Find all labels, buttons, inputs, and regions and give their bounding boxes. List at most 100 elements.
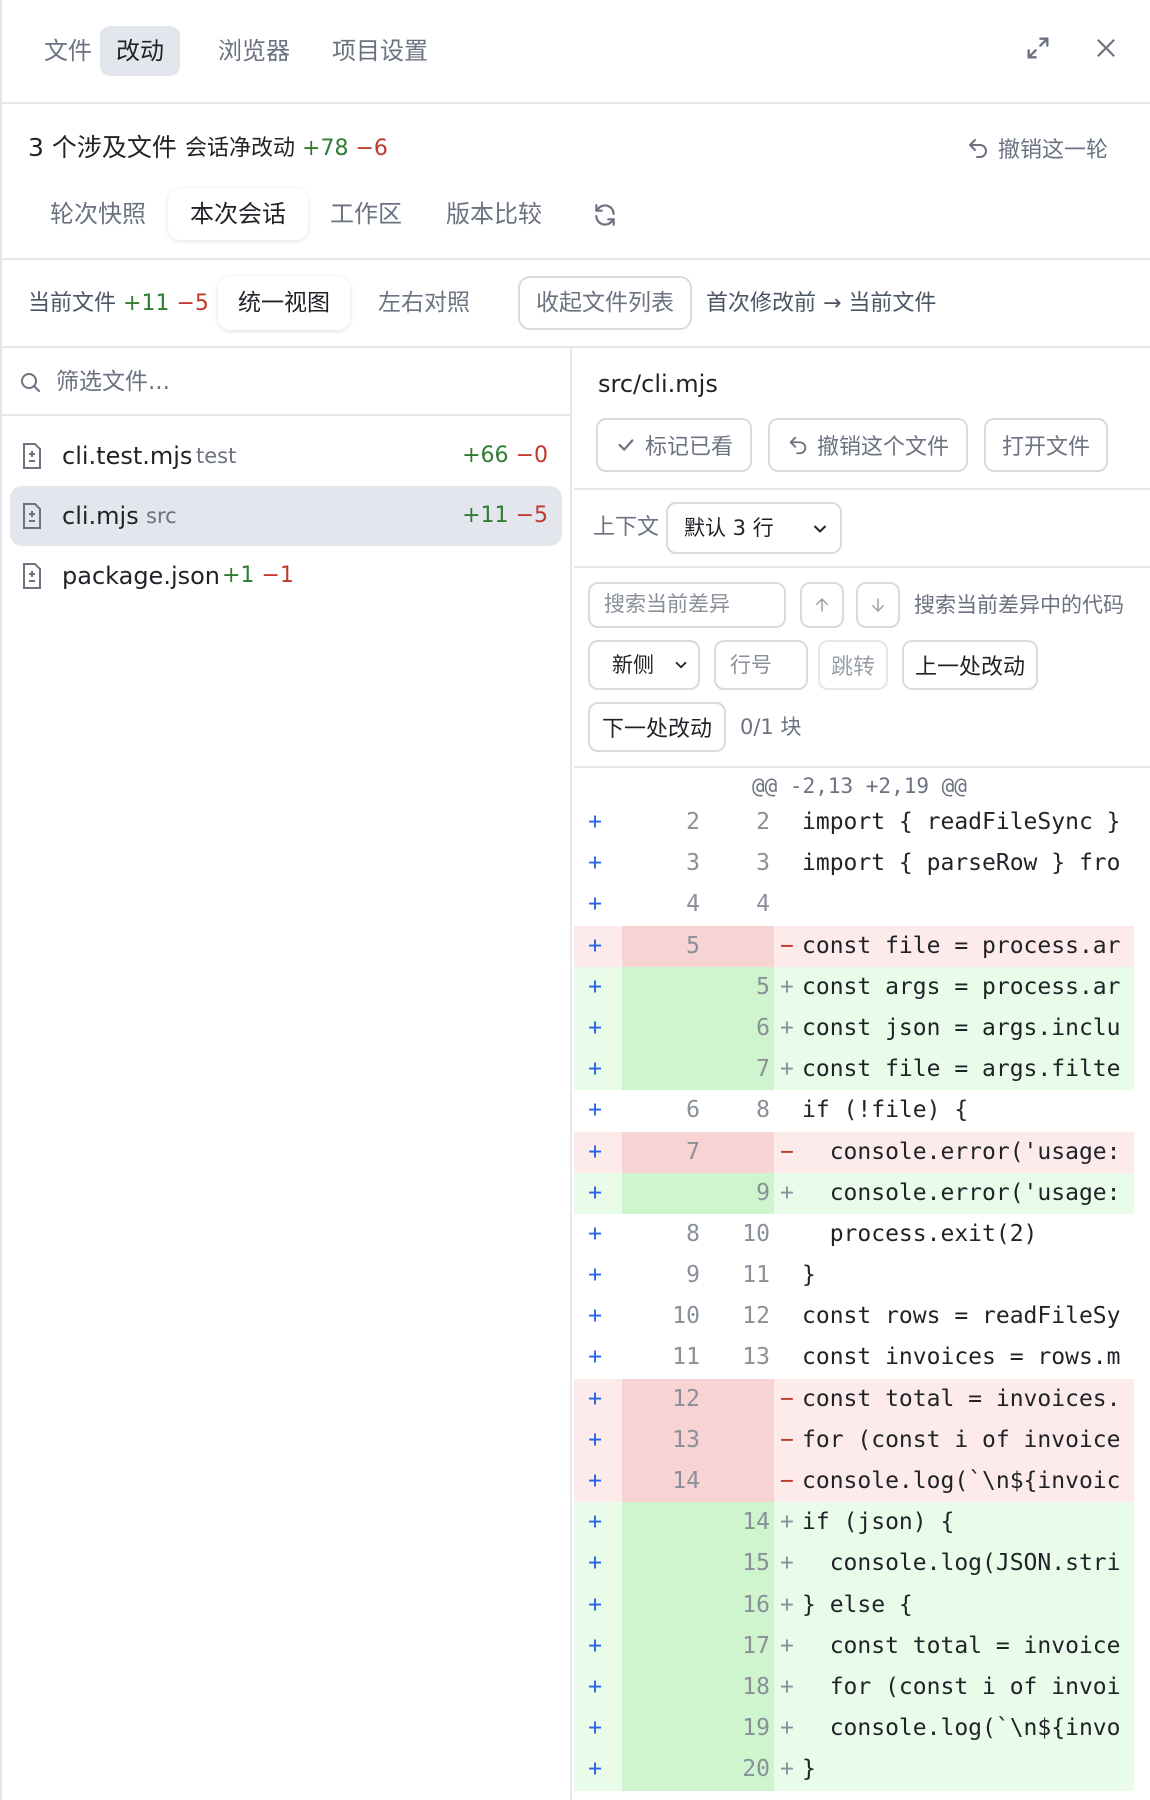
expand-line-gutter[interactable]: + <box>574 1543 616 1584</box>
expand-line-gutter[interactable]: + <box>574 1420 616 1461</box>
search-icon <box>21 373 40 392</box>
change-marker: + <box>780 1179 794 1206</box>
file-del: −0 <box>515 443 548 468</box>
file-del: −5 <box>515 503 548 528</box>
detail-file-path: src/cli.mjs <box>598 370 718 398</box>
diff-line: +14 − console.log(`\n${invoic <box>574 1461 1134 1503</box>
code-text: const total = invoice <box>802 1632 1121 1659</box>
context-select[interactable]: 默认 3 行 <box>666 502 842 554</box>
old-line-number <box>622 1585 700 1626</box>
new-line-number: 8 <box>756 1097 770 1124</box>
tab-project-settings[interactable]: 项目设置 <box>316 26 444 76</box>
file-diff-icon <box>23 563 41 589</box>
net-del: −6 <box>355 136 388 161</box>
tab-workspace[interactable]: 工作区 <box>308 188 424 240</box>
old-line-number: 5 <box>686 932 700 959</box>
tab-this-session[interactable]: 本次会话 <box>168 188 308 240</box>
prev-change-button[interactable]: 上一处改动 <box>902 640 1038 690</box>
old-line-number: 4 <box>686 891 700 918</box>
compare-range-label: 首次修改前 → 当前文件 <box>706 291 937 316</box>
expand-line-gutter[interactable]: + <box>574 967 616 1008</box>
old-line-number: 10 <box>672 1303 700 1330</box>
old-line-number <box>622 1173 700 1214</box>
file-item-cli-test[interactable]: cli.test.mjs test +66 −0 <box>10 426 562 486</box>
revert-round-button[interactable]: 撤销这一轮 <box>966 128 1108 168</box>
expand-line-gutter[interactable]: + <box>574 1626 616 1667</box>
expand-line-gutter[interactable]: + <box>574 1296 616 1337</box>
expand-line-gutter[interactable]: + <box>574 884 616 925</box>
tab-browser[interactable]: 浏览器 <box>202 26 306 76</box>
file-del: −1 <box>261 563 294 588</box>
filter-input[interactable]: 筛选文件... <box>56 362 170 402</box>
tab-files[interactable]: 文件 <box>28 26 108 76</box>
expand-line-gutter[interactable]: + <box>574 1049 616 1090</box>
hunk-header: @@ -2,13 +2,19 @@ <box>752 774 967 798</box>
file-item-cli[interactable]: cli.mjs src +11 −5 <box>10 486 562 546</box>
tab-changes[interactable]: 改动 <box>100 26 180 76</box>
line-number-input[interactable]: 行号 <box>714 640 808 690</box>
new-line-number: 19 <box>742 1715 770 1742</box>
diff-line: +8 10 process.exit(2) <box>574 1214 1134 1255</box>
expand-line-gutter[interactable]: + <box>574 1008 616 1049</box>
revert-file-button[interactable]: 撤销这个文件 <box>768 418 968 472</box>
expand-line-gutter[interactable]: + <box>574 1173 616 1214</box>
side-select[interactable]: 新侧 <box>588 640 700 690</box>
diff-line: +14 + if (json) { <box>574 1502 1134 1544</box>
expand-line-gutter[interactable]: + <box>574 1667 616 1708</box>
code-text: process.exit(2) <box>802 1220 1038 1247</box>
close-icon[interactable] <box>1084 26 1128 70</box>
expand-line-gutter[interactable]: + <box>574 1337 616 1378</box>
expand-line-gutter[interactable]: + <box>574 1502 616 1543</box>
expand-line-gutter[interactable]: + <box>574 1749 616 1790</box>
block-count: 0/1 块 <box>740 715 802 739</box>
open-file-button[interactable]: 打开文件 <box>984 418 1108 472</box>
change-marker <box>780 1214 800 1255</box>
net-changes: 会话净改动 +78 −6 <box>185 130 388 168</box>
expand-line-gutter[interactable]: + <box>574 802 616 843</box>
code-text: if (!file) { <box>802 1097 969 1124</box>
current-file-add: +11 <box>123 291 170 316</box>
new-line-number: 7 <box>756 1056 770 1083</box>
revert-round-label: 撤销这一轮 <box>998 138 1109 163</box>
refresh-icon[interactable] <box>588 198 622 232</box>
revert-file-label: 撤销这个文件 <box>816 435 949 460</box>
tab-version-compare[interactable]: 版本比较 <box>424 188 564 240</box>
collapse-file-list-button[interactable]: 收起文件列表 <box>518 276 692 330</box>
diff-line: +16 +} else { <box>574 1584 1134 1626</box>
search-prev-button[interactable] <box>800 582 844 628</box>
mark-seen-button[interactable]: 标记已看 <box>596 418 752 472</box>
expand-icon[interactable] <box>1016 26 1060 70</box>
file-dir: test <box>196 444 237 468</box>
expand-line-gutter[interactable]: + <box>574 926 616 967</box>
expand-line-gutter[interactable]: + <box>574 1214 616 1255</box>
tab-round-snapshot[interactable]: 轮次快照 <box>28 188 168 240</box>
view-toolbar: 当前文件 +11 −5 统一视图 左右对照 收起文件列表 首次修改前 → 当前文… <box>0 260 1150 348</box>
unified-view-button[interactable]: 统一视图 <box>218 276 350 330</box>
new-line-number <box>700 1379 770 1420</box>
old-line-number <box>622 1749 700 1790</box>
jump-button[interactable]: 跳转 <box>818 640 888 690</box>
expand-line-gutter[interactable]: + <box>574 1132 616 1173</box>
code-text: import { readFileSync } <box>802 809 1121 835</box>
change-marker <box>780 843 800 884</box>
file-stats: +11 −5 <box>462 486 548 546</box>
diff-search-input[interactable]: 搜索当前差异 <box>588 582 786 628</box>
split-view-button[interactable]: 左右对照 <box>358 276 490 330</box>
new-line-number: 13 <box>742 1344 770 1371</box>
expand-line-gutter[interactable]: + <box>574 1379 616 1420</box>
file-item-package-json[interactable]: package.json +1 −1 <box>10 546 562 606</box>
arrow-down-icon <box>872 598 884 612</box>
context-label: 上下文 <box>593 515 660 540</box>
expand-line-gutter[interactable]: + <box>574 1461 616 1502</box>
expand-line-gutter[interactable]: + <box>574 1585 616 1626</box>
file-name: package.json <box>62 562 221 590</box>
expand-line-gutter[interactable]: + <box>574 843 616 884</box>
expand-line-gutter[interactable]: + <box>574 1090 616 1131</box>
next-change-button[interactable]: 下一处改动 <box>588 702 726 752</box>
expand-line-gutter[interactable]: + <box>574 1708 616 1749</box>
diff-line: +15 + console.log(JSON.stri <box>574 1543 1134 1585</box>
old-line-number: 7 <box>686 1138 700 1165</box>
undo-icon <box>969 139 987 158</box>
search-next-button[interactable] <box>856 582 900 628</box>
expand-line-gutter[interactable]: + <box>574 1255 616 1296</box>
